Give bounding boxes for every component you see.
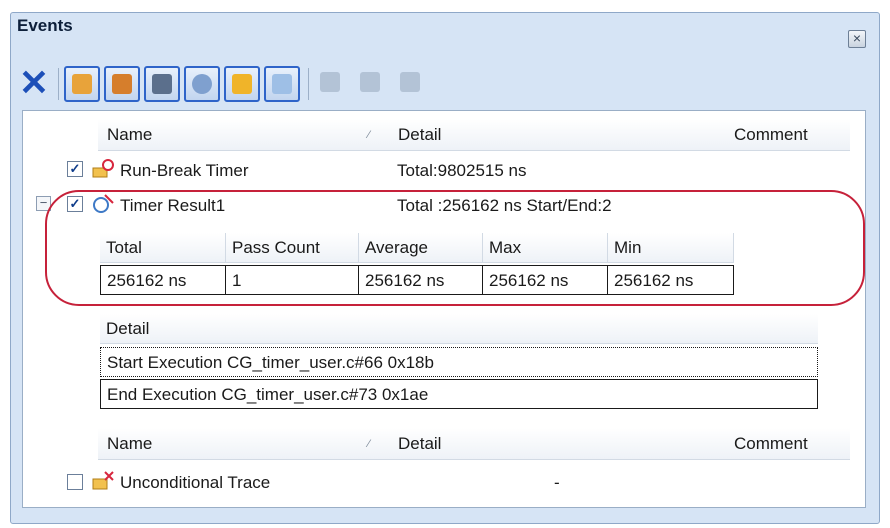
software-break-icon[interactable] (104, 66, 140, 102)
comment-column-header[interactable]: Comment (734, 434, 808, 454)
detail-table-header: Detail (100, 314, 818, 344)
hardware-break-icon[interactable] (64, 66, 100, 102)
sort-indicator-icon: ⁄ (368, 438, 370, 450)
copy-disabled-icon[interactable] (354, 66, 390, 102)
name-column-header[interactable]: Name (107, 125, 152, 145)
window-title: Events (17, 16, 73, 35)
edit-disabled-icon[interactable] (314, 66, 350, 102)
event-checkbox-unconditional-trace[interactable] (67, 474, 83, 490)
highlight-callout (45, 190, 865, 306)
action-icon[interactable] (224, 66, 260, 102)
event-detail: Total:9802515 ns (397, 161, 527, 180)
name-column-header[interactable]: Name (107, 434, 152, 454)
trace-icon[interactable] (144, 66, 180, 102)
event-name[interactable]: Unconditional Trace (120, 473, 270, 493)
timer-icon[interactable] (184, 66, 220, 102)
event-detail: - (554, 473, 560, 492)
toolbar-separator (308, 68, 309, 100)
close-icon[interactable]: × (848, 30, 866, 48)
event-checkbox-run-break-timer[interactable]: ✓ (67, 161, 83, 177)
detail-row[interactable]: End Execution CG_timer_user.c#73 0x1ae (100, 379, 818, 409)
paste-disabled-icon[interactable] (394, 66, 430, 102)
detail-column-header[interactable]: Detail (398, 125, 441, 145)
toolbar: ✕ (14, 62, 866, 106)
list-header-secondary: Name ⁄ Detail Comment (98, 428, 850, 460)
run-break-timer-icon (91, 158, 115, 180)
comment-column-header[interactable]: Comment (734, 125, 808, 145)
unconditional-trace-icon (91, 470, 115, 492)
toolbar-separator (58, 68, 59, 100)
list-header: Name ⁄ Detail Comment (98, 119, 850, 151)
sort-indicator-icon: ⁄ (368, 129, 370, 141)
event-name[interactable]: Run-Break Timer (120, 161, 248, 181)
event-list-panel: Name ⁄ Detail Comment ✓ Run-Break Timer … (22, 110, 866, 508)
detail-column-header[interactable]: Detail (398, 434, 441, 454)
delete-icon[interactable]: ✕ (16, 65, 52, 102)
detail-row[interactable]: Start Execution CG_timer_user.c#66 0x18b (100, 347, 818, 377)
window-icon[interactable] (264, 66, 300, 102)
